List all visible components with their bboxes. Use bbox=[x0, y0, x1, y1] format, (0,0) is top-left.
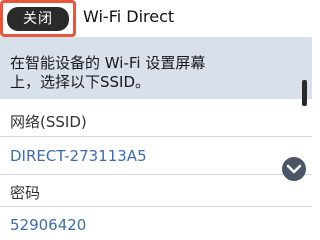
close-button[interactable]: 关闭 bbox=[0, 0, 76, 37]
divider bbox=[0, 174, 312, 175]
instruction-line-1: 在智能设备的 Wi-Fi 设置屏幕 bbox=[10, 54, 206, 72]
close-button-label: 关闭 bbox=[7, 7, 69, 31]
instruction-line-2: 上，选择以下SSID。 bbox=[10, 73, 151, 91]
scroll-down-button[interactable] bbox=[282, 157, 306, 181]
instruction-panel: 在智能设备的 Wi-Fi 设置屏幕 上，选择以下SSID。 bbox=[0, 37, 312, 99]
divider bbox=[0, 206, 312, 207]
header-bar: 关闭 Wi-Fi Direct bbox=[0, 0, 312, 37]
page-title: Wi-Fi Direct bbox=[83, 7, 175, 26]
password-label: 密码 bbox=[10, 184, 41, 202]
info-list: 网络(SSID) DIRECT-273113A5 密码 52906420 bbox=[0, 99, 312, 234]
password-value: 52906420 bbox=[10, 216, 87, 234]
divider bbox=[0, 136, 312, 137]
network-ssid-value: DIRECT-273113A5 bbox=[10, 147, 147, 165]
network-ssid-label: 网络(SSID) bbox=[10, 113, 87, 131]
chevron-down-icon bbox=[286, 164, 302, 174]
